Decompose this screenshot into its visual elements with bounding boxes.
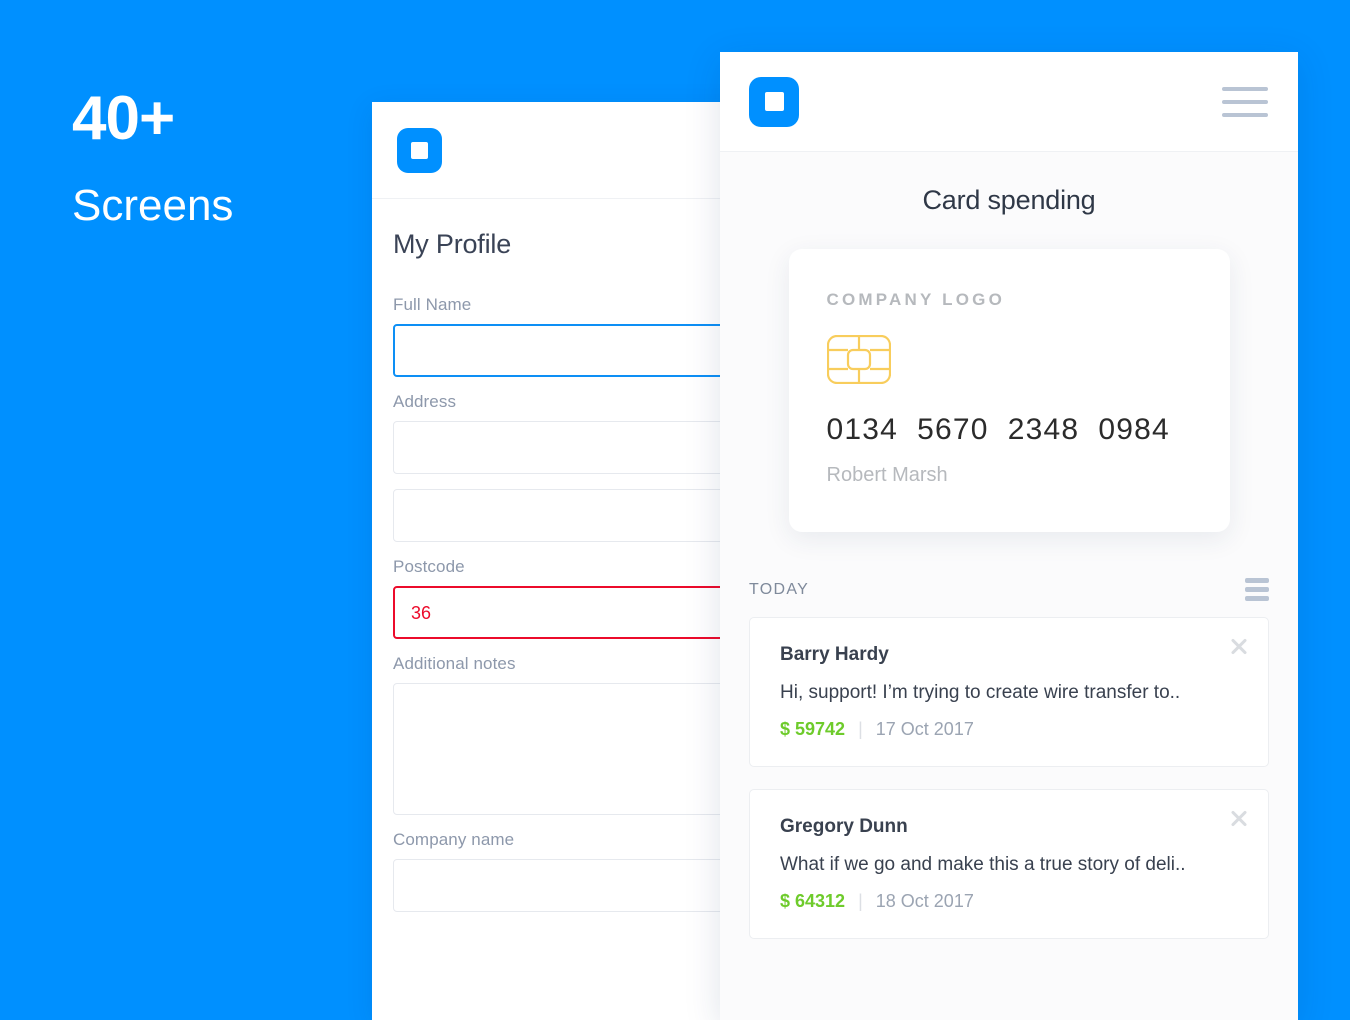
- promo-subtitle: Screens: [72, 181, 234, 230]
- hamburger-bar-3: [1222, 112, 1268, 117]
- app-logo-square-icon[interactable]: [397, 127, 442, 173]
- filter-bar-1: [1245, 578, 1269, 583]
- message-date: 17 Oct 2017: [875, 719, 974, 739]
- list-item[interactable]: Gregory Dunn What if we go and make this…: [749, 789, 1269, 939]
- promo-headline: 40+: [72, 84, 175, 153]
- card-holder-name: Robert Marsh: [826, 464, 948, 486]
- address-line2-input[interactable]: [393, 489, 751, 542]
- field-label-address: Address: [393, 392, 457, 411]
- field-label-postcode: Postcode: [393, 557, 465, 576]
- list-item[interactable]: Barry Hardy Hi, support! I’m trying to c…: [749, 617, 1269, 767]
- card-company-logo-text: COMPANY LOGO: [826, 290, 1006, 309]
- transaction-message-list: Barry Hardy Hi, support! I’m trying to c…: [720, 617, 1298, 939]
- profile-form: My Profile Full Name Address Postcode 36…: [372, 199, 772, 912]
- page-title: My Profile: [393, 229, 512, 259]
- app-logo-inner-square: [411, 141, 428, 159]
- credit-card[interactable]: COMPANY LOGO 0134 5670 2348 0984 Robert …: [788, 249, 1230, 532]
- card-number: 0134 5670 2348 0984: [826, 413, 1170, 446]
- promo-block: 40+ Screens: [72, 88, 352, 228]
- field-label-additional-notes: Additional notes: [393, 654, 516, 673]
- filter-bar-3: [1245, 596, 1269, 601]
- message-date: 18 Oct 2017: [875, 891, 974, 911]
- postcode-value: 36: [411, 602, 432, 623]
- company-name-input[interactable]: [393, 859, 751, 912]
- additional-notes-textarea[interactable]: [393, 683, 751, 815]
- section-label-today: TODAY: [749, 580, 810, 598]
- card-spending-panel: Card spending COMPANY LOGO 0134 5670 234…: [720, 52, 1298, 1020]
- message-meta-separator: |: [858, 891, 863, 911]
- filter-bar-2: [1245, 587, 1269, 592]
- spending-panel-topbar: [720, 52, 1298, 152]
- app-logo-inner-square: [764, 92, 784, 111]
- hamburger-menu-icon[interactable]: [1222, 86, 1268, 117]
- message-sender-name: Barry Hardy: [780, 644, 889, 665]
- message-meta-separator: |: [858, 719, 863, 739]
- field-label-full-name: Full Name: [393, 295, 472, 314]
- field-label-company-name: Company name: [393, 830, 515, 849]
- profile-panel-topbar: [372, 102, 772, 199]
- full-name-input[interactable]: [393, 324, 751, 377]
- page-title: Card spending: [922, 185, 1096, 215]
- message-meta: $ 59742 | 17 Oct 2017: [780, 719, 1240, 740]
- message-preview-text: What if we go and make this a true story…: [780, 854, 1186, 875]
- hamburger-bar-1: [1222, 86, 1268, 91]
- list-filter-icon[interactable]: [1245, 578, 1269, 601]
- close-icon[interactable]: [1225, 632, 1253, 660]
- message-meta: $ 64312 | 18 Oct 2017: [780, 891, 1240, 912]
- emv-chip-icon: [826, 334, 1192, 389]
- message-sender-name: Gregory Dunn: [780, 816, 908, 837]
- postcode-input[interactable]: 36: [393, 586, 751, 639]
- close-icon[interactable]: [1225, 804, 1253, 832]
- hamburger-bar-2: [1222, 99, 1268, 104]
- profile-panel: My Profile Full Name Address Postcode 36…: [372, 102, 772, 1020]
- app-logo-square-icon[interactable]: [749, 76, 799, 127]
- message-amount: $ 64312: [780, 891, 846, 911]
- address-line1-input[interactable]: [393, 421, 751, 474]
- message-amount: $ 59742: [780, 719, 846, 739]
- message-preview-text: Hi, support! I’m trying to create wire t…: [780, 682, 1181, 703]
- today-section-header: TODAY: [720, 578, 1298, 601]
